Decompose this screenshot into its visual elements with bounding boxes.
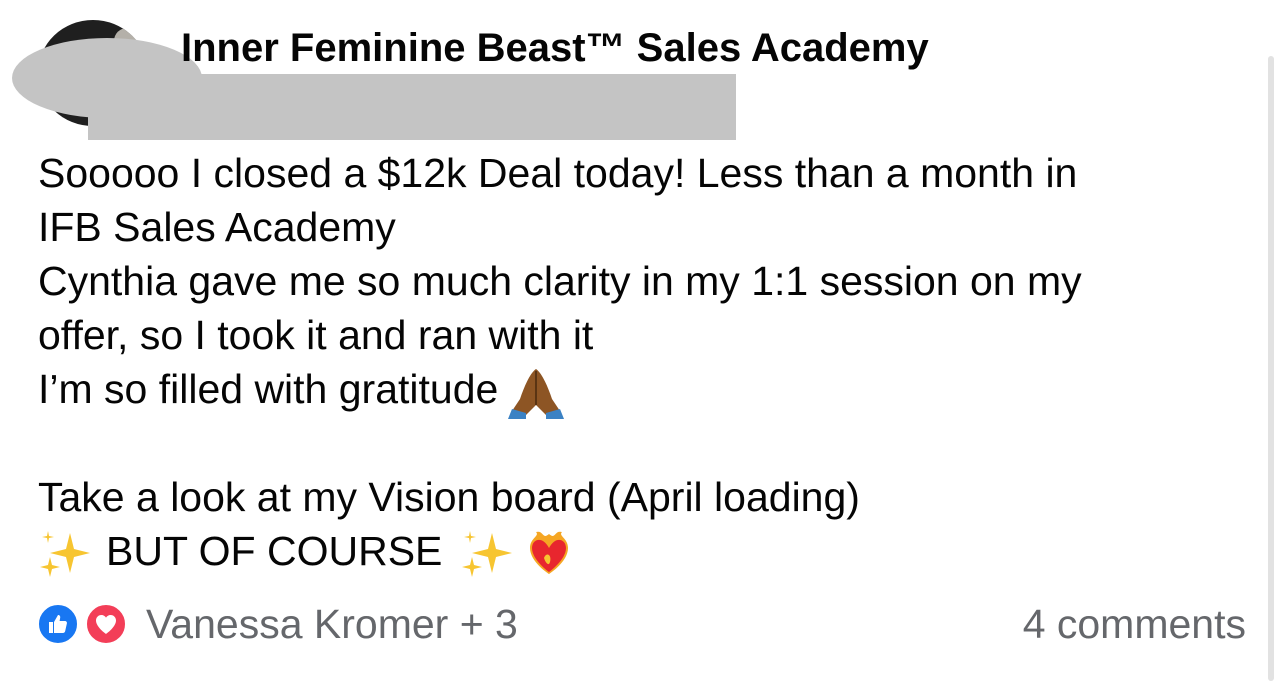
redacted-author-name — [88, 74, 736, 140]
post-line: offer, so I took it and ran with it — [38, 312, 594, 358]
reaction-summary[interactable] — [36, 600, 136, 648]
post-line-text: I’m so filled with gratitude — [38, 366, 499, 412]
post-footer: Vanessa Kromer + 3 4 comments — [36, 598, 1246, 650]
facebook-post: Inner Feminine Beast™ Sales Academy Sooo… — [0, 0, 1284, 681]
scrollbar[interactable] — [1268, 56, 1274, 681]
reactors-names[interactable]: Vanessa Kromer + 3 — [146, 598, 518, 650]
like-reaction-icon — [36, 602, 80, 646]
post-line: Cynthia gave me so much clarity in my 1:… — [38, 258, 1082, 304]
sparkles-emoji — [38, 529, 92, 579]
post-line: Sooooo I closed a $12k Deal today! Less … — [38, 150, 1078, 196]
heart-on-fire-emoji — [522, 528, 576, 580]
love-reaction-icon — [84, 602, 128, 646]
folded-hands-emoji — [506, 365, 566, 420]
group-name-link[interactable]: Inner Feminine Beast™ Sales Academy — [181, 24, 929, 72]
sparkles-emoji — [460, 529, 514, 579]
post-line-text: BUT OF COURSE — [106, 528, 443, 574]
comments-count-link[interactable]: 4 comments — [1023, 598, 1246, 650]
post-body: Sooooo I closed a $12k Deal today! Less … — [38, 146, 1238, 578]
post-line-gratitude: I’m so filled with gratitude — [38, 362, 1238, 420]
post-line: IFB Sales Academy — [38, 204, 396, 250]
post-line: Take a look at my Vision board (April lo… — [38, 474, 860, 520]
post-line-but-of-course: BUT OF COURSE — [38, 524, 1238, 578]
